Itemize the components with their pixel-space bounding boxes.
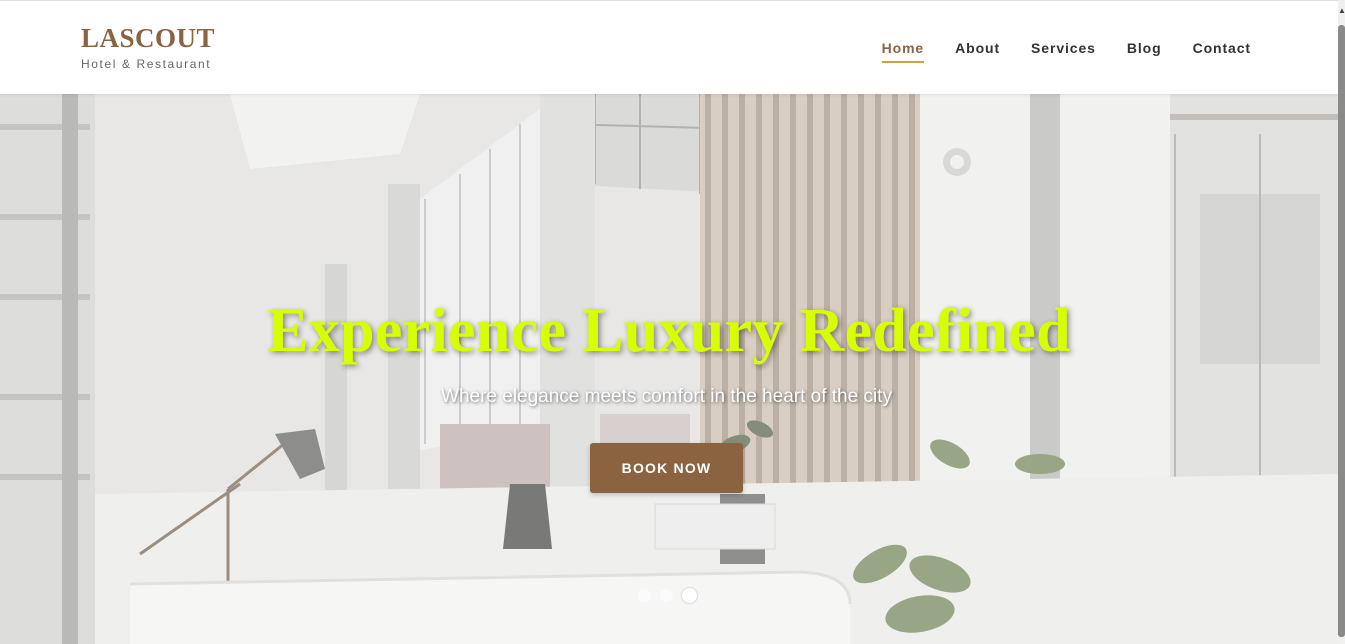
slider-dot-2[interactable] [660, 589, 673, 602]
main-nav: Home About Services Blog Contact [881, 40, 1251, 63]
book-now-button[interactable]: BOOK NOW [590, 443, 743, 493]
slider-dot-1[interactable] [638, 589, 651, 602]
hero-title: Experience Luxury Redefined [267, 297, 1071, 365]
scrollbar-thumb[interactable] [1338, 25, 1345, 637]
chevron-up-icon[interactable]: ▲ [1338, 6, 1345, 16]
nav-link-blog[interactable]: Blog [1127, 40, 1162, 63]
hero-slider: Experience Luxury Redefined Where elegan… [0, 94, 1338, 644]
nav-link-home[interactable]: Home [881, 40, 925, 63]
brand-tagline: Hotel & Restaurant [81, 57, 212, 71]
nav-link-services[interactable]: Services [1031, 40, 1096, 63]
brand-logo[interactable]: LASCOUT Hotel & Restaurant [81, 23, 215, 71]
nav-link-about[interactable]: About [955, 40, 1000, 63]
page-scrollbar[interactable]: ▲ [1338, 0, 1345, 644]
hero-overlay [0, 94, 1338, 644]
nav-link-contact[interactable]: Contact [1193, 40, 1251, 63]
brand-name: LASCOUT [81, 23, 216, 53]
hero-subtitle: Where elegance meets comfort in the hear… [441, 386, 892, 407]
slider-dots [638, 588, 697, 603]
site-header: LASCOUT Hotel & Restaurant Home About Se… [0, 1, 1338, 94]
slider-dot-3[interactable] [682, 588, 697, 603]
